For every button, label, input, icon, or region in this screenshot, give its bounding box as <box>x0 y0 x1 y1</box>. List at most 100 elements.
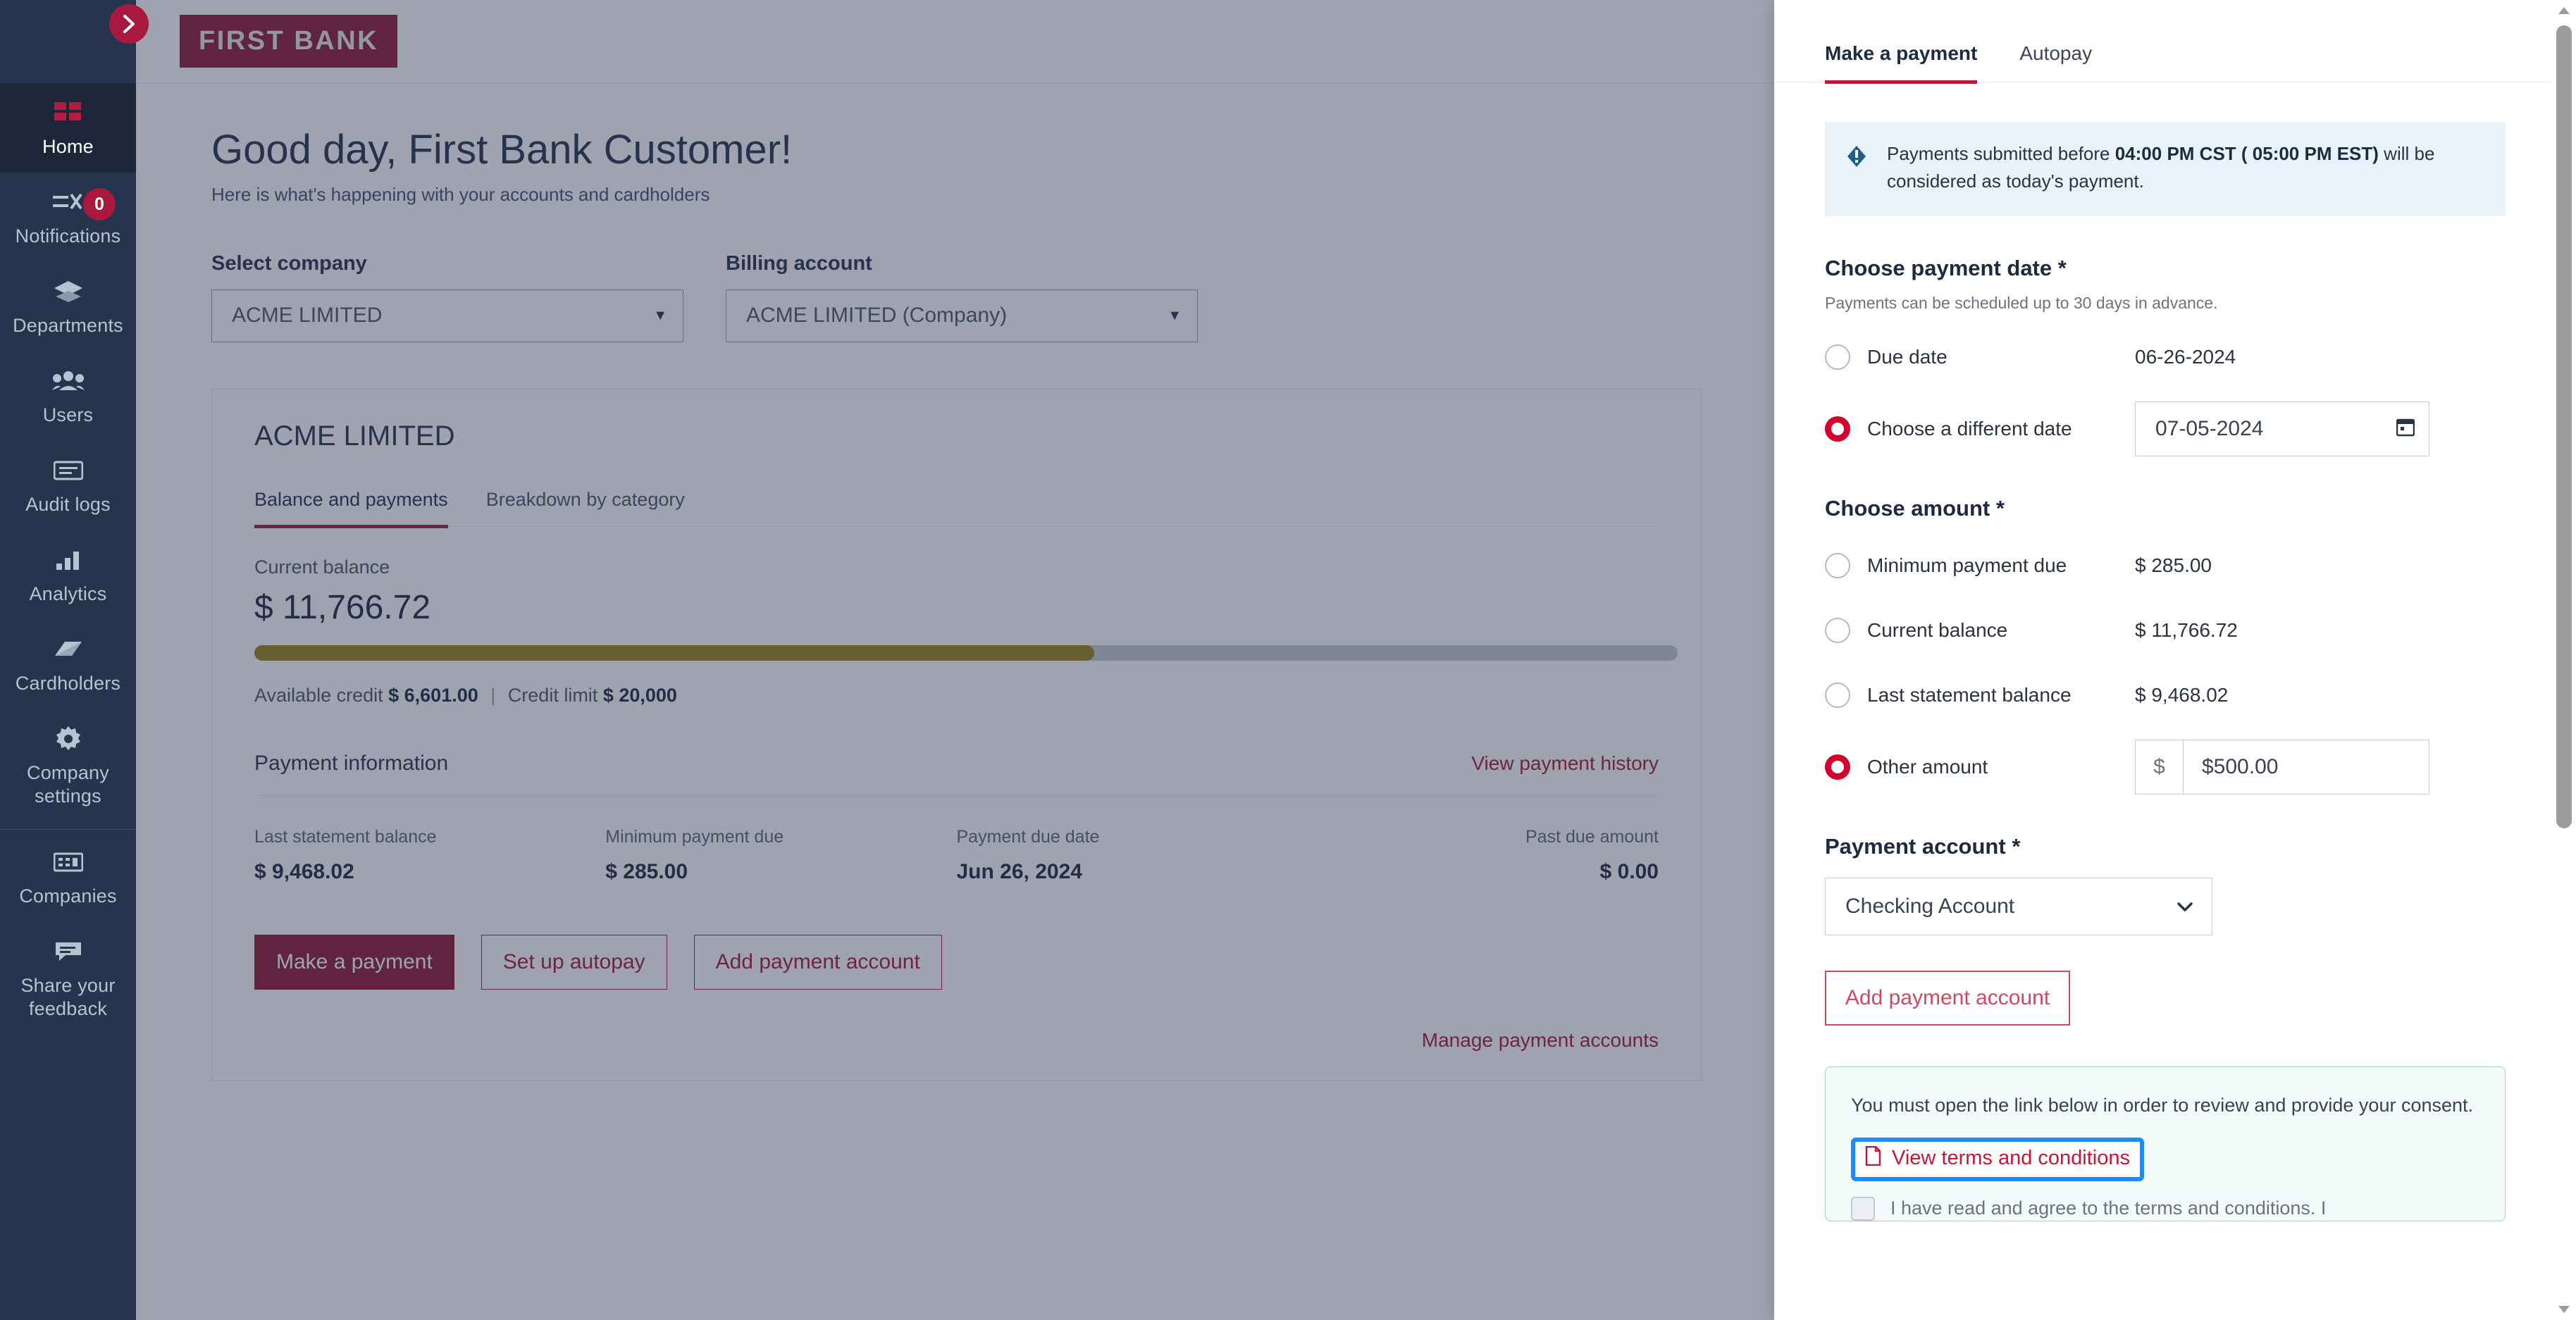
layers-icon <box>53 278 84 306</box>
info-cell-payment-due-date: Payment due date Jun 26, 2024 <box>957 827 1308 884</box>
sidebar-item-analytics[interactable]: Analytics <box>0 530 136 620</box>
sidebar-item-home[interactable]: Home <box>0 83 136 173</box>
panel-scrollbar[interactable] <box>2552 0 2576 1320</box>
view-payment-history-link[interactable]: View payment history <box>1471 752 1659 775</box>
other-amount-input[interactable]: $500.00 <box>2184 740 2429 794</box>
select-company-value: ACME LIMITED <box>232 304 383 328</box>
tab-breakdown-by-category[interactable]: Breakdown by category <box>486 489 685 528</box>
caret-down-icon: ▼ <box>653 307 667 323</box>
select-company-group: Select company ACME LIMITED ▼ <box>211 252 683 342</box>
payment-information-grid: Last statement balance $ 9,468.02 Minimu… <box>254 827 1659 884</box>
payment-account-selected-value: Checking Account <box>1845 895 2015 918</box>
add-payment-account-button[interactable]: Add payment account <box>693 934 942 990</box>
other-amount-field[interactable]: $ $500.00 <box>2135 740 2429 795</box>
sidebar-item-departments[interactable]: Departments <box>0 262 136 351</box>
billing-account-label: Billing account <box>726 251 872 275</box>
manage-payment-accounts-row: Manage payment accounts <box>254 1029 1659 1080</box>
make-a-payment-button[interactable]: Make a payment <box>254 934 454 990</box>
terms-agree-row[interactable]: I have read and agree to the terms and c… <box>1851 1196 2479 1221</box>
sidebar-item-companies[interactable]: Companies <box>0 833 136 922</box>
info-value: $ 285.00 <box>605 859 688 883</box>
radio-minimum-payment-due[interactable] <box>1825 553 1850 578</box>
radio-due-date[interactable] <box>1825 344 1850 370</box>
required-marker: * <box>2012 834 2021 859</box>
sidebar-item-audit-logs[interactable]: Audit logs <box>0 441 136 530</box>
terms-agree-checkbox[interactable] <box>1851 1196 1875 1221</box>
panel-add-payment-account-button[interactable]: Add payment account <box>1825 971 2070 1026</box>
sidebar-item-label: Departments <box>13 315 123 336</box>
radio-choose-a-different-date[interactable] <box>1825 416 1850 442</box>
payment-date-option-different-date[interactable]: Choose a different date 07-05-2024 <box>1825 401 2525 456</box>
amount-value: $ 11,766.72 <box>2135 619 2238 641</box>
manage-payment-accounts-link[interactable]: Manage payment accounts <box>1422 1029 1659 1051</box>
sidebar-item-label: Users <box>42 404 94 425</box>
option-label: Choose a different date <box>1867 418 2072 440</box>
section-title-text: Payment account <box>1825 834 2006 859</box>
sidebar-item-share-your-feedback[interactable]: Share your feedback <box>0 922 136 1035</box>
sidebar-item-cardholders[interactable]: Cardholders <box>0 620 136 709</box>
tab-make-a-payment[interactable]: Make a payment <box>1825 42 1978 84</box>
sidebar-item-notifications[interactable]: 0 Notifications <box>0 173 136 262</box>
document-icon <box>1865 1145 1881 1171</box>
sidebar-item-label: Cardholders <box>15 673 121 694</box>
section-title-text: Choose payment date <box>1825 256 2052 280</box>
tab-autopay[interactable]: Autopay <box>2019 42 2092 84</box>
required-marker: * <box>1995 496 2005 521</box>
page-header: Good day, First Bank Customer! Here is w… <box>136 83 1774 206</box>
scroll-up-arrow-icon[interactable] <box>2558 7 2570 14</box>
make-a-payment-panel: Make a payment Autopay Payments submitte… <box>1774 0 2576 1320</box>
sidebar-item-company-settings[interactable]: Company settings <box>0 709 136 822</box>
required-marker: * <box>2057 256 2067 280</box>
select-company-dropdown[interactable]: ACME LIMITED ▼ <box>211 289 683 342</box>
due-date-value: 06-26-2024 <box>2135 346 2236 368</box>
payment-information-header: Payment information View payment history <box>254 752 1659 776</box>
sidebar-item-label: Audit logs <box>25 494 111 515</box>
account-card-title: ACME LIMITED <box>254 420 455 452</box>
scrollbar-thumb[interactable] <box>2556 25 2572 828</box>
cutoff-notice-text: Payments submitted before 04:00 PM CST (… <box>1887 140 2483 195</box>
payment-date-input[interactable]: 07-05-2024 <box>2135 401 2429 456</box>
amount-other-left: Other amount <box>1825 754 2135 780</box>
chevron-right-icon[interactable] <box>109 4 149 44</box>
sidebar-divider <box>0 829 136 830</box>
radio-last-statement-balance[interactable] <box>1825 683 1850 708</box>
gear-icon <box>56 725 81 753</box>
current-balance-value: $ 11,766.72 <box>254 588 431 626</box>
payment-account-select[interactable]: Checking Account <box>1825 878 2212 935</box>
building-icon <box>53 848 83 876</box>
billing-account-dropdown[interactable]: ACME LIMITED (Company) ▼ <box>726 289 1198 342</box>
notifications-badge: 0 <box>83 188 116 220</box>
radio-current-balance[interactable] <box>1825 618 1850 643</box>
amount-option-current-balance[interactable]: Current balance $ 11,766.72 <box>1825 610 2525 651</box>
current-balance-label: Current balance <box>254 556 390 578</box>
payment-date-different-left: Choose a different date <box>1825 416 2135 442</box>
info-value: $ 9,468.02 <box>254 859 354 883</box>
info-value: Jun 26, 2024 <box>956 859 1082 883</box>
set-up-autopay-button[interactable]: Set up autopay <box>481 934 667 990</box>
sidebar-item-label: Analytics <box>29 583 107 604</box>
amount-option-minimum-payment-due[interactable]: Minimum payment due $ 285.00 <box>1825 545 2525 586</box>
amount-option-other-amount[interactable]: Other amount $ $500.00 <box>1825 740 2525 795</box>
payment-date-option-due-date[interactable]: Due date 06-26-2024 <box>1825 337 2525 378</box>
panel-tabs: Make a payment Autopay <box>1774 0 2576 84</box>
notice-text-bold: 04:00 PM CST ( 05:00 PM EST) <box>2114 143 2379 164</box>
account-card: ACME LIMITED Balance and payments Breakd… <box>211 388 1702 1081</box>
calendar-icon[interactable] <box>2396 417 2415 442</box>
payment-information-title: Payment information <box>254 751 449 775</box>
tab-balance-and-payments[interactable]: Balance and payments <box>254 489 448 528</box>
option-label: Due date <box>1867 346 1948 368</box>
main-content: FIRST BANK Good day, First Bank Customer… <box>136 0 1774 1320</box>
view-terms-and-conditions-link[interactable]: View terms and conditions <box>1851 1137 2144 1181</box>
amount-option-last-statement-balance[interactable]: Last statement balance $ 9,468.02 <box>1825 675 2525 716</box>
caret-down-icon: ▼ <box>1168 307 1182 323</box>
section-title-text: Choose amount <box>1825 496 1990 521</box>
sidebar-item-label: Company settings <box>27 762 109 807</box>
sidebar-item-users[interactable]: Users <box>0 351 136 441</box>
amount-value: $ 285.00 <box>2135 554 2212 576</box>
radio-other-amount[interactable] <box>1825 754 1850 780</box>
credit-separator: | <box>490 684 496 706</box>
scroll-down-arrow-icon[interactable] <box>2558 1306 2570 1313</box>
notice-text-before: Payments submitted before <box>1887 143 2115 164</box>
option-label: Last statement balance <box>1867 684 2072 706</box>
info-cell-past-due-amount: Past due amount $ 0.00 <box>1308 827 1659 884</box>
